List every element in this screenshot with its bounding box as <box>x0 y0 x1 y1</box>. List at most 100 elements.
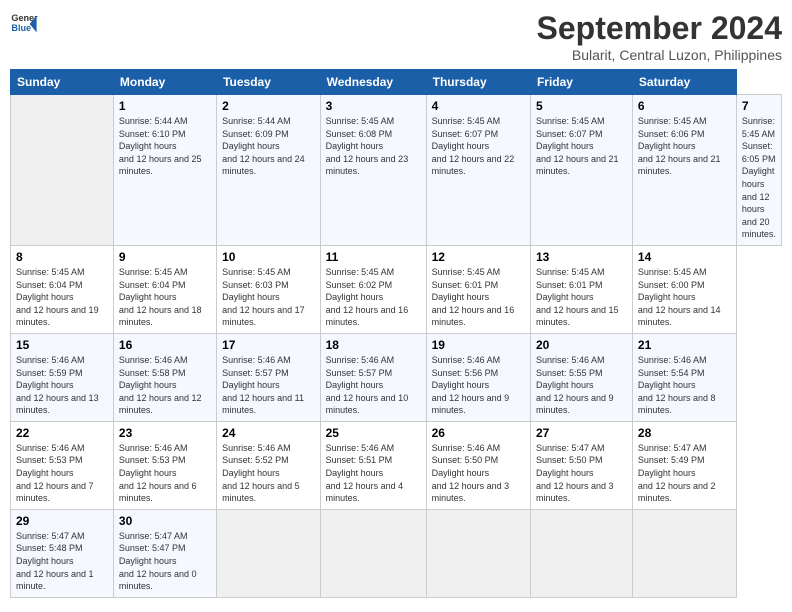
day-info: Sunrise: 5:45 AMSunset: 6:04 PMDaylight … <box>119 266 211 329</box>
day-info: Sunrise: 5:46 AMSunset: 5:53 PMDaylight … <box>119 442 211 505</box>
day-number: 19 <box>432 338 525 352</box>
day-number: 12 <box>432 250 525 264</box>
svg-text:Blue: Blue <box>11 23 31 33</box>
day-number: 28 <box>638 426 731 440</box>
day-number: 22 <box>16 426 108 440</box>
day-info: Sunrise: 5:45 AMSunset: 6:04 PMDaylight … <box>16 266 108 329</box>
col-sunday: Sunday <box>11 70 114 95</box>
day-info: Sunrise: 5:45 AMSunset: 6:00 PMDaylight … <box>638 266 731 329</box>
calendar-week-4: 29 Sunrise: 5:47 AMSunset: 5:48 PMDayligh… <box>11 509 782 597</box>
table-row: 2Sunrise: 5:44 AMSunset: 6:09 PMDaylight… <box>217 95 321 246</box>
day-info: Sunrise: 5:46 AMSunset: 5:52 PMDaylight … <box>222 442 315 505</box>
day-info: Sunrise: 5:46 AMSunset: 5:55 PMDaylight … <box>536 354 627 417</box>
day-info: Sunrise: 5:45 AMSunset: 6:06 PMDaylight … <box>638 115 731 178</box>
table-row: 10Sunrise: 5:45 AMSunset: 6:03 PMDayligh… <box>217 245 321 333</box>
day-info: Sunrise: 5:45 AMSunset: 6:05 PMDaylight … <box>742 115 776 241</box>
day-number: 26 <box>432 426 525 440</box>
day-number: 20 <box>536 338 627 352</box>
col-wednesday: Wednesday <box>320 70 426 95</box>
day-info: Sunrise: 5:47 AMSunset: 5:48 PMDaylight … <box>16 530 108 593</box>
day-info: Sunrise: 5:44 AMSunset: 6:10 PMDaylight … <box>119 115 211 178</box>
day-number: 24 <box>222 426 315 440</box>
day-info: Sunrise: 5:45 AMSunset: 6:07 PMDaylight … <box>536 115 627 178</box>
table-row: 22 Sunrise: 5:46 AMSunset: 5:53 PMDayligh… <box>11 421 114 509</box>
day-info: Sunrise: 5:45 AMSunset: 6:07 PMDaylight … <box>432 115 525 178</box>
table-row: 9 Sunrise: 5:45 AMSunset: 6:04 PMDaylight… <box>113 245 216 333</box>
day-info: Sunrise: 5:46 AMSunset: 5:58 PMDaylight … <box>119 354 211 417</box>
day-number: 3 <box>326 99 421 113</box>
day-info: Sunrise: 5:45 AMSunset: 6:01 PMDaylight … <box>536 266 627 329</box>
day-number: 16 <box>119 338 211 352</box>
day-info: Sunrise: 5:47 AMSunset: 5:50 PMDaylight … <box>536 442 627 505</box>
col-saturday: Saturday <box>632 70 736 95</box>
day-number: 21 <box>638 338 731 352</box>
day-info: Sunrise: 5:47 AMSunset: 5:49 PMDaylight … <box>638 442 731 505</box>
table-row: 26 Sunrise: 5:46 AMSunset: 5:50 PMDayligh… <box>426 421 530 509</box>
table-row: 12 Sunrise: 5:45 AMSunset: 6:01 PMDayligh… <box>426 245 530 333</box>
day-number: 18 <box>326 338 421 352</box>
title-area: September 2024 Bularit, Central Luzon, P… <box>537 10 782 63</box>
logo-icon: General Blue <box>10 10 38 38</box>
day-number: 30 <box>119 514 211 528</box>
col-friday: Friday <box>530 70 632 95</box>
table-row: 29 Sunrise: 5:47 AMSunset: 5:48 PMDayligh… <box>11 509 114 597</box>
table-row <box>217 509 321 597</box>
day-number: 25 <box>326 426 421 440</box>
col-monday: Monday <box>113 70 216 95</box>
calendar-week-0: 1 Sunrise: 5:44 AMSunset: 6:10 PMDaylight… <box>11 95 782 246</box>
table-row: 16 Sunrise: 5:46 AMSunset: 5:58 PMDayligh… <box>113 333 216 421</box>
table-row: 8 Sunrise: 5:45 AMSunset: 6:04 PMDaylight… <box>11 245 114 333</box>
day-number: 29 <box>16 514 108 528</box>
table-row: 3 Sunrise: 5:45 AMSunset: 6:08 PMDaylight… <box>320 95 426 246</box>
table-row: 13 Sunrise: 5:45 AMSunset: 6:01 PMDayligh… <box>530 245 632 333</box>
day-number: 5 <box>536 99 627 113</box>
table-row: 15Sunrise: 5:46 AMSunset: 5:59 PMDayligh… <box>11 333 114 421</box>
day-number: 11 <box>326 250 421 264</box>
table-row <box>632 509 736 597</box>
day-info: Sunrise: 5:46 AMSunset: 5:57 PMDaylight … <box>222 354 315 417</box>
day-info: Sunrise: 5:46 AMSunset: 5:54 PMDaylight … <box>638 354 731 417</box>
table-row: 18 Sunrise: 5:46 AMSunset: 5:57 PMDayligh… <box>320 333 426 421</box>
table-row: 5 Sunrise: 5:45 AMSunset: 6:07 PMDaylight… <box>530 95 632 246</box>
day-info: Sunrise: 5:46 AMSunset: 5:56 PMDaylight … <box>432 354 525 417</box>
day-number: 13 <box>536 250 627 264</box>
table-row: 30 Sunrise: 5:47 AMSunset: 5:47 PMDayligh… <box>113 509 216 597</box>
col-thursday: Thursday <box>426 70 530 95</box>
calendar-subtitle: Bularit, Central Luzon, Philippines <box>537 47 782 63</box>
table-row: 23Sunrise: 5:46 AMSunset: 5:53 PMDayligh… <box>113 421 216 509</box>
day-info: Sunrise: 5:46 AMSunset: 5:57 PMDaylight … <box>326 354 421 417</box>
day-info: Sunrise: 5:45 AMSunset: 6:08 PMDaylight … <box>326 115 421 178</box>
day-number: 15 <box>16 338 108 352</box>
table-row <box>530 509 632 597</box>
table-row: 28 Sunrise: 5:47 AMSunset: 5:49 PMDayligh… <box>632 421 736 509</box>
table-row: 4 Sunrise: 5:45 AMSunset: 6:07 PMDaylight… <box>426 95 530 246</box>
day-number: 9 <box>119 250 211 264</box>
day-info: Sunrise: 5:45 AMSunset: 6:02 PMDaylight … <box>326 266 421 329</box>
calendar-table: Sunday Monday Tuesday Wednesday Thursday… <box>10 69 782 598</box>
page-header: General Blue September 2024 Bularit, Cen… <box>10 10 782 63</box>
day-number: 4 <box>432 99 525 113</box>
day-info: Sunrise: 5:46 AMSunset: 5:51 PMDaylight … <box>326 442 421 505</box>
logo: General Blue <box>10 10 38 38</box>
day-info: Sunrise: 5:45 AMSunset: 6:03 PMDaylight … <box>222 266 315 329</box>
table-row: 20 Sunrise: 5:46 AMSunset: 5:55 PMDayligh… <box>530 333 632 421</box>
day-number: 14 <box>638 250 731 264</box>
day-info: Sunrise: 5:45 AMSunset: 6:01 PMDaylight … <box>432 266 525 329</box>
table-row: 11 Sunrise: 5:45 AMSunset: 6:02 PMDayligh… <box>320 245 426 333</box>
header-row: Sunday Monday Tuesday Wednesday Thursday… <box>11 70 782 95</box>
day-number: 1 <box>119 99 211 113</box>
table-row <box>11 95 114 246</box>
day-info: Sunrise: 5:47 AMSunset: 5:47 PMDaylight … <box>119 530 211 593</box>
table-row: 19 Sunrise: 5:46 AMSunset: 5:56 PMDayligh… <box>426 333 530 421</box>
day-info: Sunrise: 5:46 AMSunset: 5:53 PMDaylight … <box>16 442 108 505</box>
table-row: 7 Sunrise: 5:45 AMSunset: 6:05 PMDaylight… <box>736 95 781 246</box>
table-row: 1 Sunrise: 5:44 AMSunset: 6:10 PMDaylight… <box>113 95 216 246</box>
day-number: 7 <box>742 99 776 113</box>
table-row: 25 Sunrise: 5:46 AMSunset: 5:51 PMDayligh… <box>320 421 426 509</box>
day-info: Sunrise: 5:46 AMSunset: 5:50 PMDaylight … <box>432 442 525 505</box>
table-row: 24 Sunrise: 5:46 AMSunset: 5:52 PMDayligh… <box>217 421 321 509</box>
calendar-week-3: 22 Sunrise: 5:46 AMSunset: 5:53 PMDayligh… <box>11 421 782 509</box>
table-row: 27Sunrise: 5:47 AMSunset: 5:50 PMDayligh… <box>530 421 632 509</box>
day-number: 8 <box>16 250 108 264</box>
day-info: Sunrise: 5:44 AMSunset: 6:09 PMDaylight … <box>222 115 315 178</box>
